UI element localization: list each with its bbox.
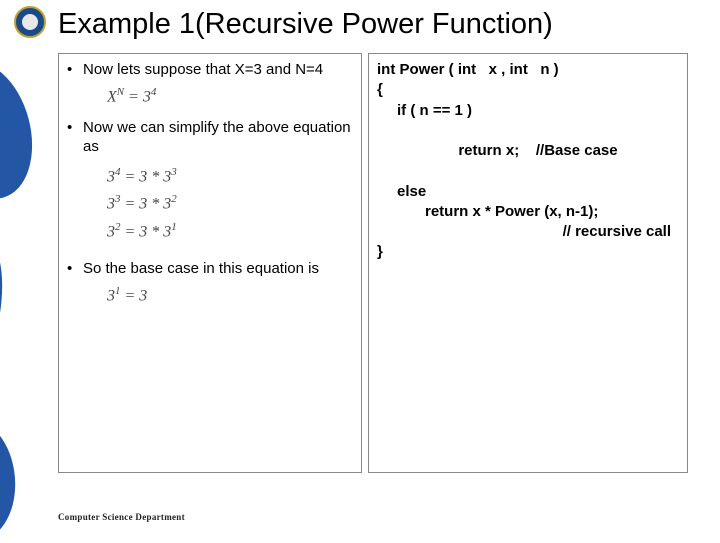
formula-expansion: 34 = 3 * 33 33 = 3 * 32 32 = 3 * 31 xyxy=(107,163,353,246)
slide-content: Example 1(Recursive Power Function) • No… xyxy=(0,0,720,540)
code-brace-close: } xyxy=(377,242,679,262)
code-else: else xyxy=(377,182,679,202)
footer-text: Computer Science Department xyxy=(58,512,185,522)
formula-line: 32 = 3 * 31 xyxy=(107,218,353,246)
formula-xn: XN = 34 xyxy=(107,86,353,106)
formula-line: 33 = 3 * 32 xyxy=(107,190,353,218)
bullet-marker: • xyxy=(67,118,83,157)
code-if: if ( n == 1 ) xyxy=(377,101,679,121)
code-signature: int Power ( int x , int n ) xyxy=(377,60,679,80)
bullet-marker: • xyxy=(67,60,83,80)
left-column: • Now lets suppose that X=3 and N=4 XN =… xyxy=(58,53,362,473)
formula-base: 31 = 3 xyxy=(107,285,353,305)
two-column-layout: • Now lets suppose that X=3 and N=4 XN =… xyxy=(58,53,690,473)
bullet-1: • Now lets suppose that X=3 and N=4 xyxy=(67,60,353,80)
slide-title: Example 1(Recursive Power Function) xyxy=(58,8,690,41)
bullet-marker: • xyxy=(67,259,83,279)
right-column-code: int Power ( int x , int n ) { if ( n == … xyxy=(368,53,688,473)
formula-line: 34 = 3 * 33 xyxy=(107,163,353,191)
code-brace-open: { xyxy=(377,80,679,100)
bullet-text: Now lets suppose that X=3 and N=4 xyxy=(83,60,353,80)
code-comment-recursive: // recursive call xyxy=(377,222,679,242)
bullet-text: So the base case in this equation is xyxy=(83,259,353,279)
code-return-recursive: return x * Power (x, n-1); xyxy=(377,202,679,222)
code-return-base: return x; //Base case xyxy=(377,121,679,182)
bullet-2: • Now we can simplify the above equation… xyxy=(67,118,353,157)
university-logo xyxy=(14,6,46,38)
bullet-3: • So the base case in this equation is xyxy=(67,259,353,279)
code-comment-base: //Base case xyxy=(536,142,618,159)
bullet-text: Now we can simplify the above equation a… xyxy=(83,118,353,157)
